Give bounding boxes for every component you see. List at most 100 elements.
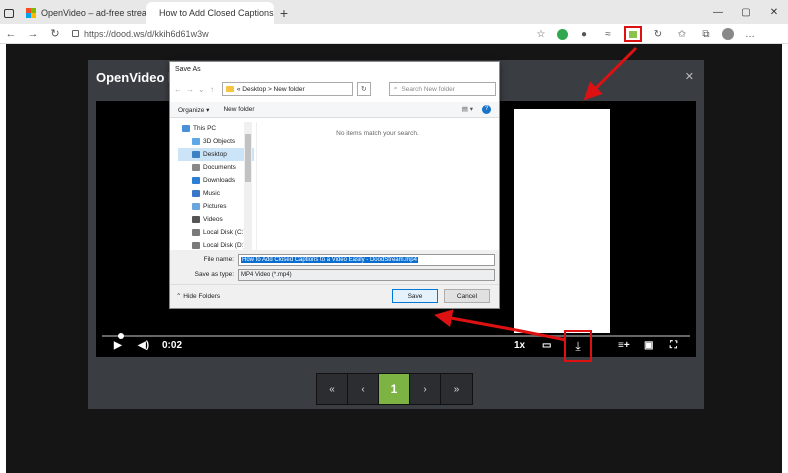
extension-green-icon[interactable] (557, 28, 568, 40)
modal-close-icon[interactable]: ✕ (685, 70, 694, 83)
url-text: https://dood.ws/d/kkih6d61w3w (84, 28, 209, 39)
tab-actions-button[interactable] (0, 2, 18, 24)
favorites-star-icon[interactable]: ☆ (533, 26, 549, 42)
play-icon[interactable]: ▶ (114, 340, 122, 351)
path-field[interactable]: « Desktop > New folder (221, 82, 353, 96)
minimize-button[interactable]: — (704, 0, 732, 24)
tree-item-label: Local Disk (D:) (203, 242, 246, 249)
new-tab-button[interactable]: + (274, 2, 294, 24)
folder-icon (225, 86, 234, 92)
tab-doodstream[interactable]: How to Add Closed Captions to ... ✕ (146, 2, 274, 24)
url-field[interactable]: https://dood.ws/d/kkih6d61w3w (72, 29, 209, 39)
up-arrow-icon[interactable]: ↑ (210, 85, 218, 94)
volume-icon[interactable]: ◀) (138, 340, 149, 351)
dialog-nav: ← → ⌄ ↑ « Desktop > New folder ↻ ⌕ Searc… (174, 80, 497, 98)
tree-item[interactable]: Music (178, 187, 254, 200)
tree-scrollbar[interactable] (244, 122, 252, 250)
picture-in-picture-icon[interactable]: ▣ (644, 340, 653, 351)
tree-item[interactable]: This PC (178, 122, 254, 135)
forward-button[interactable]: → (22, 28, 44, 40)
close-window-button[interactable]: ✕ (760, 0, 788, 24)
tab-actions-icon (4, 8, 14, 18)
dialog-footer: ⌃ Hide Folders Save Cancel (170, 284, 499, 308)
refresh-extension-icon[interactable]: ↻ (650, 26, 666, 42)
tree-item[interactable]: 3D Objects (178, 135, 254, 148)
tree-item[interactable]: Pictures (178, 200, 254, 213)
file-name-input[interactable]: How to Add Closed Captions to a Video Ea… (238, 254, 495, 266)
back-button[interactable]: ← (0, 28, 22, 40)
dialog-refresh-button[interactable]: ↻ (356, 82, 371, 96)
tab-title: OpenVideo – ad-free streaming (41, 8, 146, 18)
extension-wave-icon[interactable]: ≈ (600, 26, 616, 42)
more-menu-icon[interactable]: … (742, 26, 758, 42)
next-page-button[interactable]: › (410, 374, 441, 404)
new-folder-button[interactable]: New folder (223, 106, 254, 113)
tree-item[interactable]: Videos (178, 213, 254, 226)
hide-folders-button[interactable]: ⌃ Hide Folders (176, 292, 220, 300)
favorites-icon[interactable]: ✩ (674, 26, 690, 42)
address-bar: ← → ↻ https://dood.ws/d/kkih6d61w3w ☆ ● … (0, 24, 788, 44)
dropdown-arrow-icon[interactable]: ⌄ (198, 85, 206, 94)
extension-paw-icon[interactable]: ● (576, 26, 592, 42)
tree-item[interactable]: Desktop (178, 148, 254, 161)
hide-folders-label: Hide Folders (183, 293, 221, 300)
progress-knob[interactable] (118, 333, 124, 339)
pagination: « ‹ 1 › » (316, 373, 473, 405)
first-page-button[interactable]: « (317, 374, 348, 404)
prev-page-button[interactable]: ‹ (348, 374, 379, 404)
videos-icon (192, 216, 200, 223)
save-fields: File name: How to Add Closed Captions to… (170, 250, 499, 284)
tab-openvideo[interactable]: OpenVideo – ad-free streaming ✕ (18, 2, 146, 24)
view-options-icon[interactable]: ▤ ▾ (462, 105, 473, 113)
fullscreen-icon[interactable]: ⛶ (670, 340, 677, 351)
window-controls: — ▢ ✕ (704, 0, 788, 24)
save-button[interactable]: Save (392, 289, 438, 303)
lock-icon (72, 30, 79, 37)
back-arrow-icon[interactable]: ← (174, 85, 182, 94)
save-type-label: Save as type: (194, 271, 234, 278)
current-page-button[interactable]: 1 (379, 374, 410, 404)
disk-icon (192, 242, 200, 249)
tree-item[interactable]: Local Disk (D:) (178, 239, 254, 250)
cancel-button[interactable]: Cancel (444, 289, 490, 303)
organize-button[interactable]: Organize ▾ (178, 106, 209, 114)
tree-item-label: Local Disk (C:) (203, 229, 246, 236)
documents-icon (192, 164, 200, 171)
tree-item-label: Downloads (203, 177, 236, 184)
time-readout: 0:02 (162, 340, 183, 351)
browser-toolbar: ☆ ● ≈ ↻ ✩ ⧉ … (533, 24, 758, 44)
refresh-button[interactable]: ↻ (44, 27, 66, 40)
search-icon: ⌕ (393, 85, 398, 92)
last-page-button[interactable]: » (441, 374, 472, 404)
progress-bar[interactable] (102, 333, 690, 339)
captions-icon[interactable]: ▭ (542, 340, 551, 351)
save-type-value: MP4 Video (*.mp4) (241, 272, 292, 278)
profile-avatar[interactable] (722, 28, 734, 40)
video-frame (514, 109, 610, 333)
microsoft-favicon-icon (26, 8, 36, 18)
save-type-select[interactable]: MP4 Video (*.mp4) (238, 269, 495, 281)
tree-item-label: Documents (203, 164, 236, 171)
search-field[interactable]: ⌕ Search New folder (388, 82, 497, 96)
file-name-value: How to Add Closed Captions to a Video Ea… (241, 257, 418, 263)
download-icon[interactable]: ⤓ (564, 330, 592, 362)
forward-arrow-icon[interactable]: → (186, 85, 194, 94)
dialog-toolbar: Organize ▾ New folder ▤ ▾ ? (170, 102, 499, 118)
file-name-label: File name: (203, 256, 234, 263)
tree-item[interactable]: Documents (178, 161, 254, 174)
pictures-icon (192, 203, 200, 210)
collections-icon[interactable]: ⧉ (698, 26, 714, 42)
speed-button[interactable]: 1x (514, 340, 525, 351)
help-icon[interactable]: ? (482, 105, 491, 114)
playlist-add-icon[interactable]: ≡+ (618, 340, 630, 351)
tree-item-label: This PC (193, 125, 217, 132)
file-list: No items match your search. (256, 122, 498, 250)
tree-item[interactable]: Downloads (178, 174, 254, 187)
save-as-dialog: Save As ← → ⌄ ↑ « Desktop > New folder ↻… (169, 61, 500, 309)
folder-tree: This PC 3D Objects Desktop Documents Downloa… (178, 122, 254, 250)
openvideo-extension-icon[interactable] (624, 26, 642, 42)
maximize-button[interactable]: ▢ (732, 0, 760, 24)
scrollbar-thumb[interactable] (245, 134, 251, 182)
path-text: « Desktop > New folder (236, 85, 305, 93)
tree-item[interactable]: Local Disk (C:) (178, 226, 254, 239)
